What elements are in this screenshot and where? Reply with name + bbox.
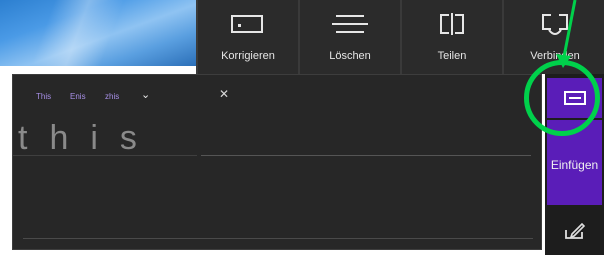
insert-label: Einfügen: [550, 158, 599, 172]
edit-icon: [565, 222, 586, 239]
bottom-writing-line: [23, 238, 533, 239]
wallpaper-streak: [20, 0, 170, 66]
correct-icon: [231, 15, 263, 33]
delete-label: Löschen: [329, 50, 371, 62]
suggestion-1[interactable]: This: [36, 92, 51, 101]
desktop-background: [0, 0, 196, 66]
correct-button[interactable]: Korrigieren: [196, 0, 298, 74]
writing-guide-line: [201, 155, 531, 156]
handwritten-ink: this: [18, 119, 159, 157]
suggestion-2[interactable]: Enis: [70, 92, 86, 101]
handwriting-panel[interactable]: This Enis zhis ⌄ ✕ this: [12, 74, 542, 250]
split-icon: [440, 13, 464, 35]
suggestion-3[interactable]: zhis: [105, 92, 119, 101]
chevron-down-icon[interactable]: ⌄: [141, 88, 150, 101]
edit-button[interactable]: [547, 212, 602, 250]
highlight-circle: [524, 60, 600, 136]
split-label: Teilen: [437, 50, 467, 62]
close-icon[interactable]: ✕: [219, 87, 229, 101]
strikethrough-icon: [332, 15, 368, 33]
correct-label: Korrigieren: [221, 50, 275, 62]
correction-toolbar: Korrigieren Löschen Teilen Verbinden: [196, 0, 604, 74]
ink-baseline: [13, 155, 197, 156]
split-button[interactable]: Teilen: [400, 0, 502, 74]
delete-button[interactable]: Löschen: [298, 0, 400, 74]
